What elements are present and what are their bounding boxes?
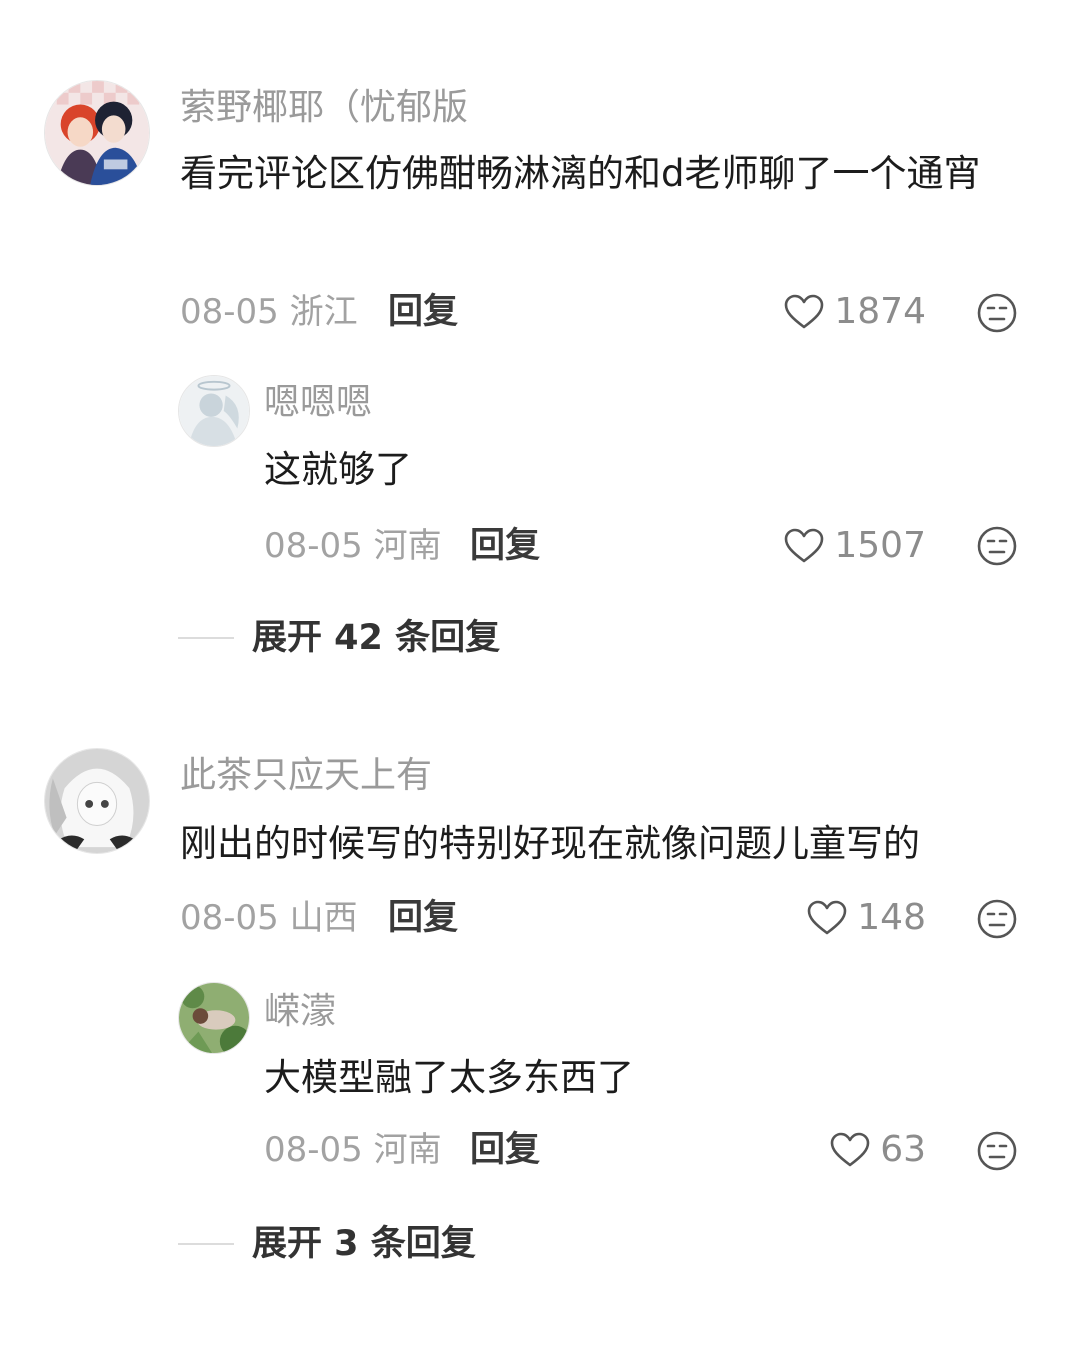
reply-date-location: 08-05 河南 (264, 526, 442, 566)
expand-replies-label: 展开 42 条回复 (252, 618, 501, 658)
dislike-button[interactable] (976, 525, 1018, 567)
white-hair-anime-avatar-icon (45, 749, 149, 853)
dislike-face-icon (977, 526, 1017, 566)
like-button[interactable]: 1874 (784, 290, 926, 334)
comment-date-location: 08-05 浙江 (180, 292, 358, 332)
expand-replies-button[interactable]: 展开 42 条回复 (178, 616, 500, 660)
user-avatar[interactable] (44, 748, 150, 854)
heart-icon (830, 1132, 870, 1167)
reply-username[interactable]: 嗯嗯嗯 (264, 381, 372, 425)
dislike-face-icon (977, 1131, 1017, 1171)
like-count: 1874 (834, 291, 926, 332)
anime-avatar-icon (45, 81, 149, 185)
reply-button[interactable]: 回复 (388, 896, 458, 940)
user-avatar[interactable] (44, 80, 150, 186)
comment-text: 看完评论区仿佛酣畅淋漓的和d老师聊了一个通宵 (180, 152, 981, 195)
angel-avatar-icon (179, 376, 249, 446)
dislike-button[interactable] (976, 292, 1018, 334)
comment-date-location: 08-05 山西 (180, 898, 358, 938)
comment-text: 刚出的时候写的特别好现在就像问题儿童写的 (180, 822, 920, 865)
reply-button[interactable]: 回复 (470, 524, 540, 568)
like-count: 1507 (834, 525, 926, 566)
reply-username[interactable]: 嵘濛 (264, 990, 336, 1034)
heart-icon (785, 528, 824, 563)
expand-divider (178, 637, 234, 639)
nature-avatar-icon (179, 983, 249, 1053)
heart-icon (807, 900, 847, 935)
expand-replies-button[interactable]: 展开 3 条回复 (178, 1222, 476, 1266)
dislike-face-icon (977, 293, 1017, 333)
username[interactable]: 此茶只应天上有 (180, 754, 432, 798)
reply-text: 这就够了 (264, 448, 412, 491)
username[interactable]: 萦野椰耶（忧郁版 (180, 86, 468, 130)
dislike-button[interactable] (976, 1130, 1018, 1172)
reply-text: 大模型融了太多东西了 (264, 1056, 634, 1099)
reply-button[interactable]: 回复 (388, 290, 458, 334)
like-count: 148 (857, 897, 926, 938)
reply-user-avatar[interactable] (178, 982, 250, 1054)
reply-user-avatar[interactable] (178, 375, 250, 447)
like-button[interactable]: 148 (807, 896, 926, 940)
reply-date-location: 08-05 河南 (264, 1130, 442, 1170)
expand-divider (178, 1243, 234, 1245)
expand-replies-label: 展开 3 条回复 (252, 1224, 476, 1264)
heart-icon (785, 294, 824, 329)
like-button[interactable]: 63 (830, 1128, 926, 1172)
like-button[interactable]: 1507 (784, 524, 926, 568)
reply-button[interactable]: 回复 (470, 1128, 540, 1172)
dislike-face-icon (977, 899, 1017, 939)
like-count: 63 (880, 1129, 926, 1170)
dislike-button[interactable] (976, 898, 1018, 940)
